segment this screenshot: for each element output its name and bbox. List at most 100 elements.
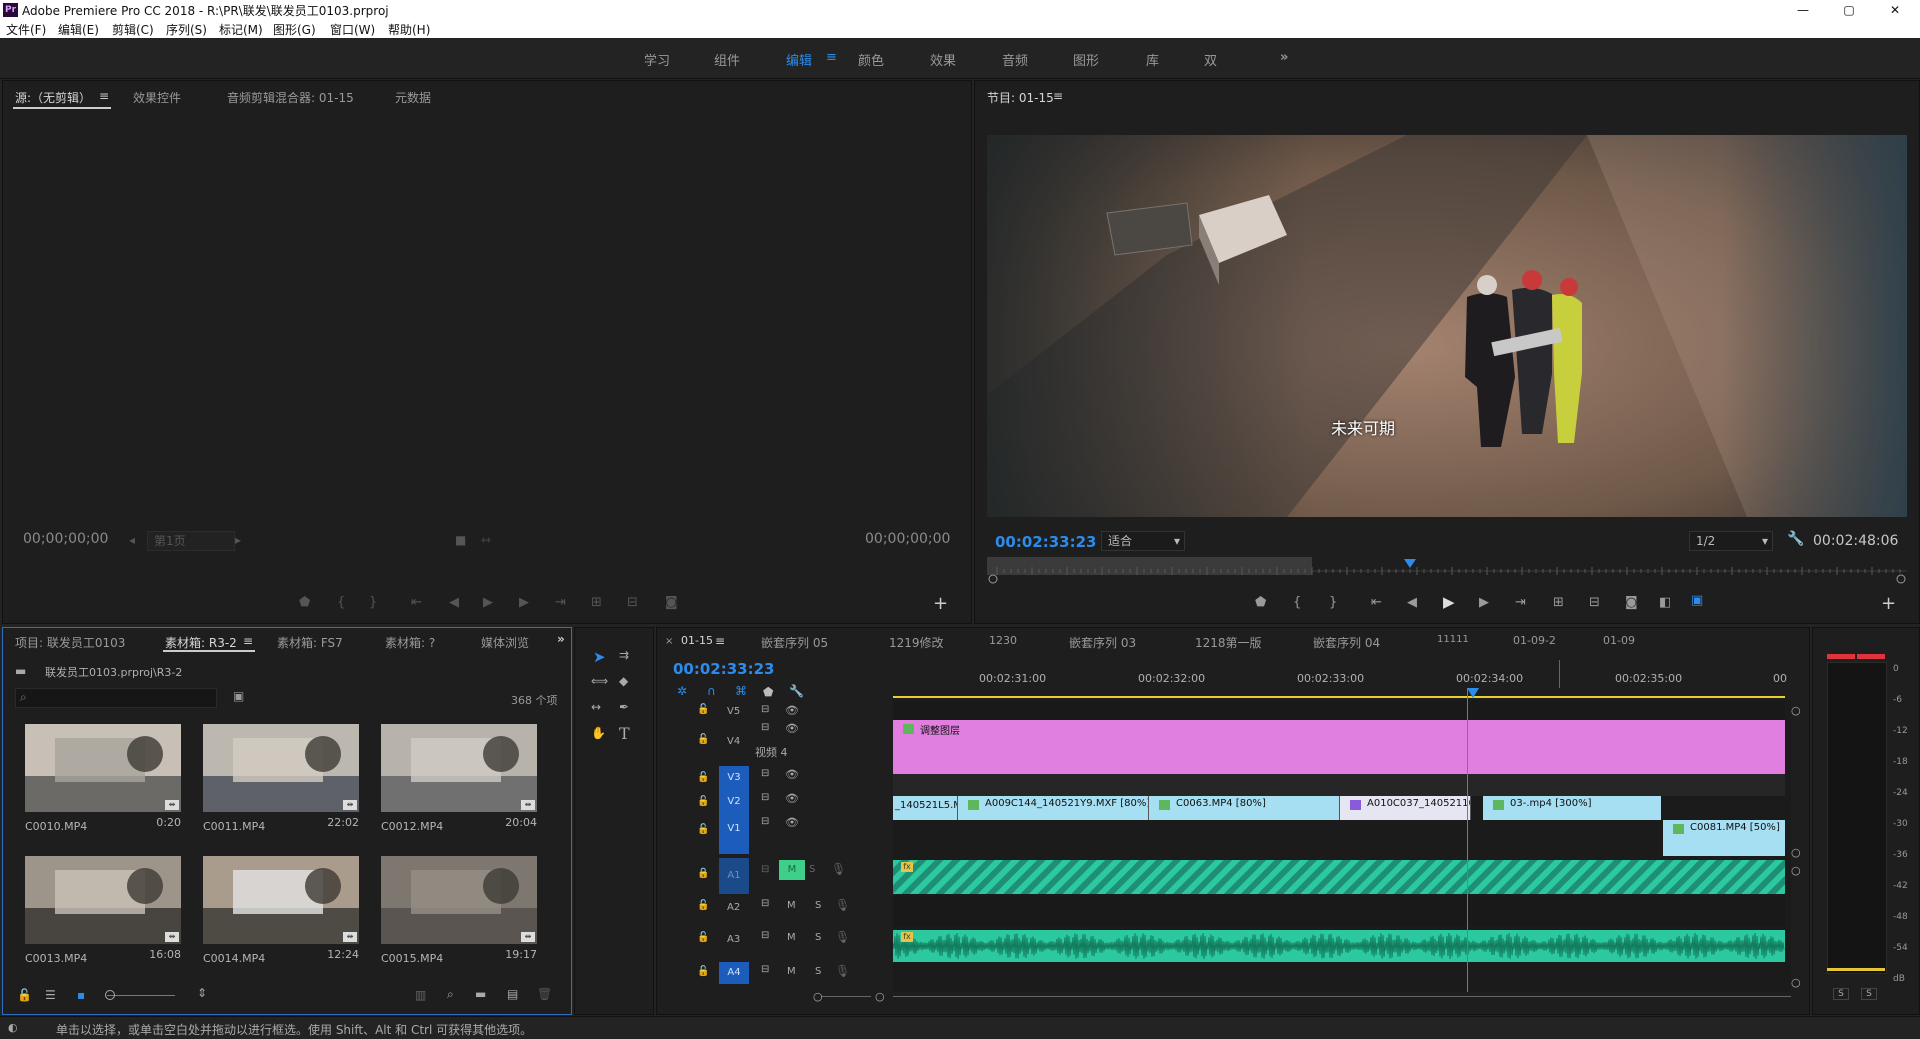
- vertical-scroll-handle-icon[interactable]: ○: [1791, 704, 1801, 717]
- lock-icon[interactable]: 🔓: [697, 734, 709, 745]
- lock-icon[interactable]: 🔓: [697, 932, 709, 943]
- mute-a3-button[interactable]: M: [787, 932, 796, 943]
- sort-icon[interactable]: ⇕: [197, 986, 207, 1000]
- solo-a4-button[interactable]: S: [815, 966, 821, 977]
- horizontal-scrollbar[interactable]: [893, 996, 1791, 997]
- page-select[interactable]: 第1页: [147, 531, 235, 551]
- source-timecode-in[interactable]: 00;00;00;00: [23, 531, 108, 547]
- list-view-icon[interactable]: ☰: [45, 988, 56, 1002]
- tab-source[interactable]: 源:（无剪辑）: [15, 89, 91, 106]
- program-playhead[interactable]: [1404, 559, 1417, 568]
- insert-icon[interactable]: ⊞: [591, 595, 602, 610]
- lock-icon[interactable]: 🔓: [697, 966, 709, 977]
- step-forward-icon[interactable]: ▶: [1479, 595, 1489, 610]
- clip-thumbnail[interactable]: ⇹: [203, 724, 359, 812]
- sync-lock-icon[interactable]: ⊟: [761, 930, 769, 941]
- mute-a1-button[interactable]: M: [779, 860, 805, 880]
- v2-clip[interactable]: A010C037_14052110.MXF: [1340, 796, 1471, 820]
- clip-thumbnail[interactable]: ⇹: [25, 856, 181, 944]
- timeline-timecode[interactable]: 00:02:33:23: [673, 660, 775, 678]
- tab-sequence-1218[interactable]: 1218第一版: [1195, 634, 1262, 651]
- more-tabs-icon[interactable]: »: [557, 632, 565, 646]
- program-video-frame[interactable]: 未来可期: [987, 135, 1907, 517]
- eye-icon[interactable]: 👁: [785, 704, 799, 717]
- tab-sequence-nested-03[interactable]: 嵌套序列 03: [1069, 634, 1136, 651]
- button-editor-icon[interactable]: +: [1881, 593, 1896, 614]
- step-forward-icon[interactable]: ▶: [519, 595, 529, 610]
- icon-view-icon[interactable]: ▪: [77, 988, 85, 1002]
- play-icon[interactable]: ▶: [1443, 593, 1455, 611]
- tab-bin-unknown[interactable]: 素材箱: ?: [385, 634, 435, 651]
- sync-lock-icon[interactable]: ⊟: [761, 964, 769, 975]
- source-timecode-out[interactable]: 00;00;00;00: [865, 531, 950, 547]
- minimize-button[interactable]: —: [1780, 0, 1826, 20]
- type-tool-icon[interactable]: T: [619, 724, 630, 743]
- track-v1-target[interactable]: V1: [719, 814, 749, 854]
- tab-sequence-01-15[interactable]: 01-15: [681, 634, 713, 647]
- solo-left-button[interactable]: S: [1833, 988, 1849, 1000]
- track-v2-target[interactable]: V2: [719, 790, 749, 814]
- voiceover-icon[interactable]: 🎙: [831, 862, 846, 876]
- find-icon[interactable]: ⌕: [447, 987, 454, 1002]
- solo-a1-button[interactable]: S: [809, 864, 815, 875]
- slip-tool-icon[interactable]: ↔: [591, 700, 601, 714]
- selection-tool-icon[interactable]: ➤: [593, 648, 606, 666]
- tab-menu-icon[interactable]: ≡: [99, 89, 109, 103]
- go-to-in-icon[interactable]: ⇤: [1371, 595, 1382, 610]
- adjustment-layer-clip[interactable]: 调整图层: [893, 720, 1785, 774]
- lock-icon[interactable]: 🔓: [697, 796, 709, 807]
- add-marker-icon[interactable]: ⬟: [763, 685, 773, 699]
- track-a4-target[interactable]: A4: [719, 962, 749, 984]
- menu-window[interactable]: 窗口(W): [330, 21, 375, 38]
- clip-thumbnail[interactable]: ⇹: [381, 724, 537, 812]
- workspace-effects[interactable]: 效果: [930, 50, 956, 69]
- clip-thumbnail[interactable]: ⇹: [381, 856, 537, 944]
- close-button[interactable]: ✕: [1872, 0, 1918, 20]
- tab-project[interactable]: 项目: 联发员工0103: [15, 634, 125, 651]
- resolution-select[interactable]: 1/2 ▾: [1689, 531, 1773, 551]
- track-v3-target[interactable]: V3: [719, 766, 749, 790]
- v2-clip[interactable]: 03-.mp4 [300%]: [1483, 796, 1661, 820]
- button-editor-icon[interactable]: +: [933, 593, 948, 614]
- prev-page-icon[interactable]: ◂: [129, 533, 135, 547]
- linked-selection-icon[interactable]: ⌘: [735, 684, 747, 698]
- export-frame-icon[interactable]: ◙: [665, 595, 678, 610]
- timeline-playhead[interactable]: [1467, 688, 1479, 698]
- sync-lock-icon[interactable]: ⊟: [761, 704, 769, 715]
- new-search-bin-icon[interactable]: ▣: [233, 689, 244, 703]
- menu-graphics[interactable]: 图形(G): [273, 21, 316, 38]
- menu-file[interactable]: 文件(F): [6, 21, 46, 38]
- program-timecode[interactable]: 00:02:33:23: [995, 533, 1097, 551]
- automate-icon[interactable]: ▥: [415, 988, 426, 1002]
- overwrite-icon[interactable]: ⊟: [627, 595, 638, 610]
- workspace-color[interactable]: 颜色: [858, 50, 884, 69]
- multi-camera-icon[interactable]: ▣: [1691, 593, 1703, 608]
- v2-clip[interactable]: C0063.MP4 [80%]: [1149, 796, 1340, 820]
- tab-bin-r3-2[interactable]: 素材箱: R3-2: [165, 634, 237, 651]
- menu-marker[interactable]: 标记(M): [219, 21, 263, 38]
- go-to-out-icon[interactable]: ⇥: [555, 595, 566, 610]
- eye-icon[interactable]: 👁: [785, 816, 799, 829]
- vertical-scroll-handle-icon[interactable]: ○: [1791, 846, 1801, 859]
- mark-out-icon[interactable]: }: [1329, 595, 1337, 610]
- vertical-scroll-handle-icon[interactable]: ○: [1791, 864, 1801, 877]
- tab-sequence-01-09[interactable]: 01-09: [1603, 634, 1635, 647]
- v1-clip[interactable]: C0081.MP4 [50%]: [1663, 820, 1785, 856]
- mark-in-icon[interactable]: {: [337, 595, 345, 610]
- workspace-more-icon[interactable]: »: [1280, 50, 1288, 65]
- slider-thumb[interactable]: [105, 990, 115, 1000]
- voiceover-icon[interactable]: 🎙: [835, 930, 850, 944]
- extract-icon[interactable]: ⊟: [1589, 595, 1600, 610]
- play-icon[interactable]: ▶: [483, 595, 493, 610]
- clip-thumbnail[interactable]: ⇹: [203, 856, 359, 944]
- v2-clip[interactable]: A009C144_140521Y9.MXF [80%]: [958, 796, 1149, 820]
- vertical-scroll-handle-icon[interactable]: ○: [1791, 976, 1801, 989]
- insert-as-nest-icon[interactable]: ✲: [677, 684, 687, 698]
- eye-icon[interactable]: 👁: [785, 722, 799, 735]
- workspace-learn[interactable]: 学习: [644, 50, 670, 69]
- snap-icon[interactable]: ∩: [707, 684, 716, 698]
- tab-sequence-nested-04[interactable]: 嵌套序列 04: [1313, 634, 1380, 651]
- bin-menu-icon[interactable]: ≡: [243, 634, 253, 648]
- maximize-button[interactable]: ▢: [1826, 0, 1872, 20]
- a1-audio-clip[interactable]: fx: [893, 860, 1785, 894]
